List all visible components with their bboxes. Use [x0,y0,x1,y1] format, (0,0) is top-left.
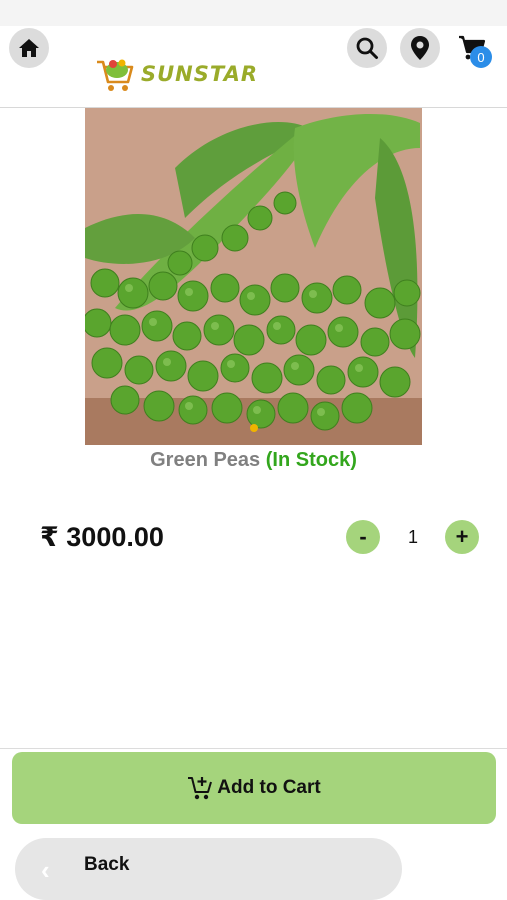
search-button[interactable] [347,28,387,68]
quantity-value: 1 [407,527,418,547]
footer-divider [0,748,507,749]
cart-plus-icon [188,777,213,800]
location-button[interactable] [400,28,440,68]
brand-logo[interactable]: SUNSTAR [95,54,258,94]
shopping-cart-logo-icon [97,59,134,91]
carousel-indicator-dot[interactable] [250,424,258,432]
product-title: Green Peas (In Stock) [0,449,507,472]
product-price: ₹ 3000.00 [40,522,164,552]
search-icon [356,37,378,59]
home-icon [19,39,39,57]
stock-status: (In Stock) [265,449,357,471]
home-button[interactable] [9,28,49,68]
status-bar [0,0,507,26]
back-button[interactable]: ‹ Back [15,838,402,900]
chevron-left-icon: ‹ [41,855,50,885]
increase-quantity-button[interactable]: + [445,520,479,554]
product-name: Green Peas [150,449,261,471]
cart-count-badge: 0 [470,46,492,68]
add-to-cart-button[interactable]: Add to Cart [12,752,496,824]
add-to-cart-label: Add to Cart [217,777,321,798]
logo-text: SUNSTAR [141,62,258,86]
back-label: Back [84,854,130,875]
decrease-quantity-button[interactable]: - [346,520,380,554]
location-pin-icon [411,36,429,60]
green-peas-photo [85,108,422,445]
product-image[interactable] [85,108,422,445]
